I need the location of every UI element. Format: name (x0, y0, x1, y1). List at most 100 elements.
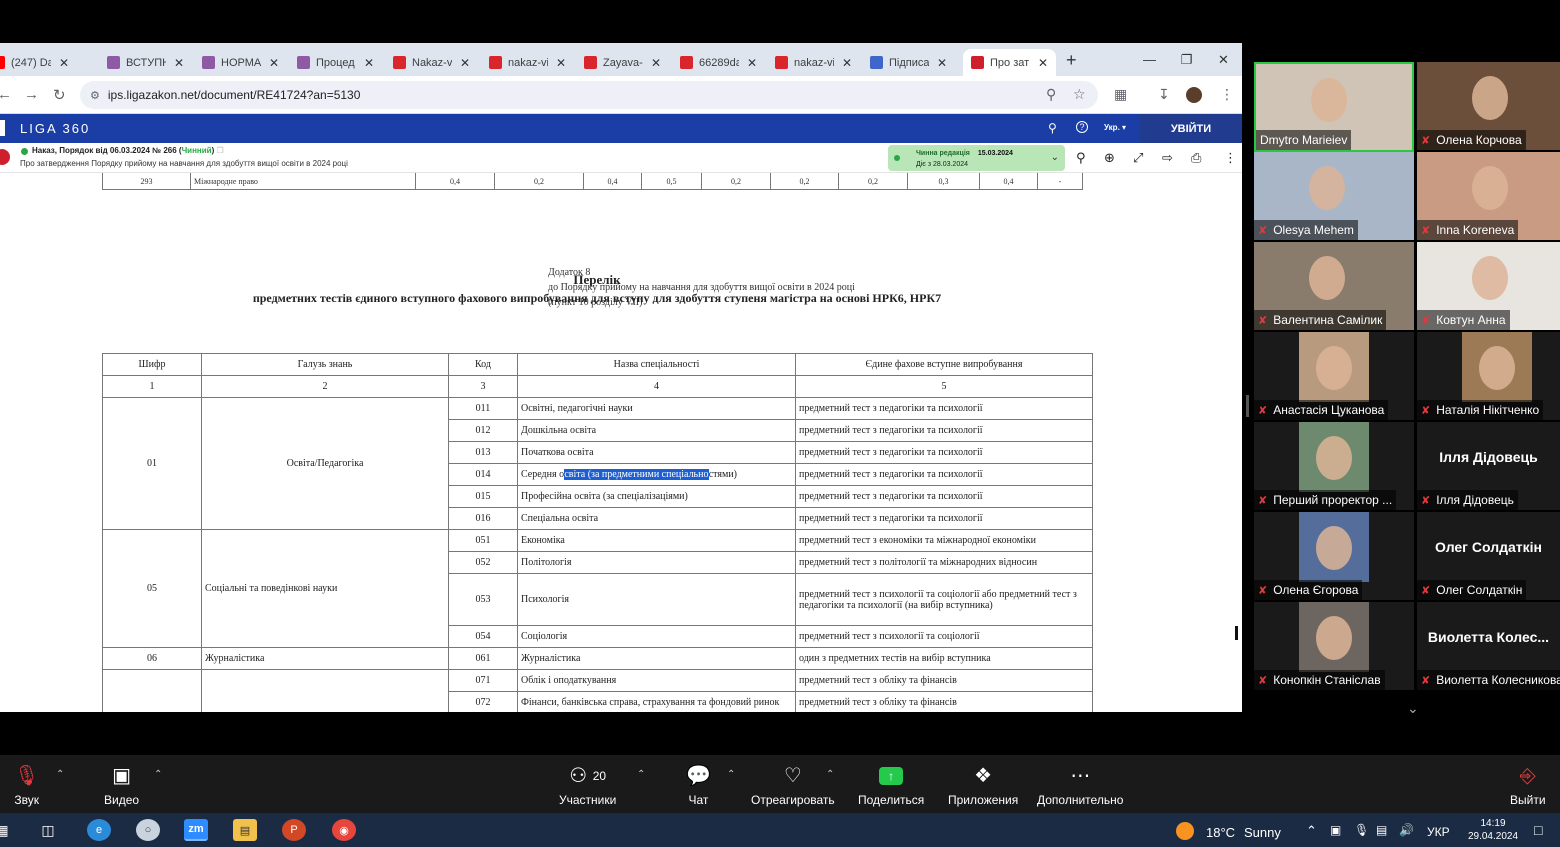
reload-icon[interactable]: ↻ (53, 86, 66, 104)
browser-tab[interactable]: 66289da ✕ (680, 49, 757, 76)
start-icon[interactable]: ▦ (0, 819, 14, 841)
clock[interactable]: 14:19 29.04.2024 (1462, 817, 1524, 843)
site-info-icon[interactable]: ⚙ (90, 89, 100, 102)
download-icon[interactable]: ↧ (1158, 86, 1170, 103)
browser-menu-icon[interactable]: ⋮ (1220, 86, 1234, 103)
participant-tile[interactable]: Dmytro Marieiev (1254, 62, 1414, 152)
participants-button[interactable]: ⚇ 20 Участники (559, 763, 616, 807)
tab-close-icon[interactable]: ✕ (364, 56, 374, 70)
task-view-icon[interactable]: ◫ (36, 819, 60, 841)
browser-tab[interactable]: nakaz-vi ✕ (775, 49, 852, 76)
tab-close-icon[interactable]: ✕ (460, 56, 470, 70)
browser-tab[interactable]: НОРМА ✕ (202, 49, 279, 76)
paint-icon[interactable]: ○ (136, 819, 160, 841)
bookmark-star-icon[interactable]: ☆ (1073, 86, 1086, 103)
chevron-down-icon[interactable]: ⌄ (1051, 152, 1059, 163)
zoom-app-icon[interactable]: zm (184, 819, 208, 841)
network-icon[interactable]: ▤ (1376, 823, 1387, 837)
back-icon[interactable]: ← (0, 86, 12, 103)
tab-close-icon[interactable]: ✕ (1038, 56, 1048, 70)
language-selector[interactable]: Укр. ▾ (1104, 123, 1126, 132)
browser-tab[interactable]: nakaz-vi ✕ (489, 49, 566, 76)
tab-close-icon[interactable]: ✕ (651, 56, 661, 70)
audio-button[interactable]: 🎙 Звук (14, 763, 39, 807)
notifications-icon[interactable]: □ (1534, 822, 1542, 838)
doc-add-icon[interactable]: ⊕ (1104, 150, 1115, 166)
doc-menu-icon[interactable]: ⋮ (1224, 150, 1237, 166)
participant-tile[interactable]: ✘ Наталія Нікітченко (1417, 332, 1560, 420)
redaction-selector[interactable]: Чинна редакція 15.03.2024 Діє з 28.03.202… (888, 145, 1065, 171)
tab-close-icon[interactable]: ✕ (842, 56, 852, 70)
participant-tile[interactable]: ✘ Конопкін Станіслав (1254, 602, 1414, 690)
browser-tab[interactable]: Nakaz-v ✕ (393, 49, 470, 76)
participant-tile[interactable]: ✘ Inna Koreneva (1417, 152, 1560, 240)
tray-expand-icon[interactable]: ⌃ (1306, 823, 1317, 839)
share-button[interactable]: ↑ Поделиться (858, 763, 924, 807)
react-caret-icon[interactable]: ⌃ (826, 769, 834, 780)
participant-tile[interactable]: Ілля Дідовець ✘ Ілля Дідовець (1417, 422, 1560, 510)
new-tab-button[interactable]: + (1066, 50, 1077, 71)
participant-tile[interactable]: ✘ Анастасія Цуканова (1254, 332, 1414, 420)
scrollbar-thumb[interactable] (1235, 626, 1238, 640)
liga-logo[interactable]: LIGA 360 (0, 120, 90, 136)
browser-tab[interactable]: Про зат ✕ (963, 49, 1057, 76)
minimize-icon[interactable]: — (1131, 43, 1168, 76)
more-button[interactable]: ⋯ Дополнительно (1037, 763, 1123, 807)
participants-caret-icon[interactable]: ⌃ (637, 769, 645, 780)
participant-tile[interactable]: ✘ Olesya Mehem (1254, 152, 1414, 240)
login-button[interactable]: УВІЙТИ (1140, 114, 1242, 143)
react-button[interactable]: ♡ Отреагировать (751, 763, 835, 807)
weather-text[interactable]: Sunny (1244, 825, 1281, 840)
leave-button[interactable]: ⎆ Выйти (1510, 763, 1546, 807)
chat-caret-icon[interactable]: ⌃ (727, 769, 735, 780)
participant-tile[interactable]: ✘ Валентина Самілик (1254, 242, 1414, 330)
restore-icon[interactable]: ❐ (1168, 43, 1205, 76)
participant-tile[interactable]: Олег Солдаткін ✘ Олег Солдаткін (1417, 512, 1560, 600)
tab-close-icon[interactable]: ✕ (747, 56, 757, 70)
participant-tile[interactable]: ✘ Ковтун Анна (1417, 242, 1560, 330)
extensions-icon[interactable]: ▦ (1114, 86, 1127, 103)
participant-tile[interactable]: ✘ Перший проректор ... (1254, 422, 1414, 510)
document-content[interactable]: 293 Міжнародне право 0,4 0,2 0,4 0,5 0,2 0,2 0,2… (0, 173, 1242, 712)
edge-icon[interactable]: e (87, 819, 111, 841)
tab-close-icon[interactable]: ✕ (556, 56, 566, 70)
file-explorer-icon[interactable]: ▤ (233, 819, 257, 841)
tab-close-icon[interactable]: ✕ (174, 56, 184, 70)
gallery-more-chevron-icon[interactable]: ⌄ (1407, 700, 1419, 717)
tab-close-icon[interactable]: ✕ (59, 56, 69, 70)
weather-temp[interactable]: 18°C (1206, 825, 1235, 840)
tab-close-icon[interactable]: ✕ (269, 56, 279, 70)
video-button[interactable]: ▣ Видео (104, 763, 139, 807)
search-icon[interactable]: ⚲ (1048, 121, 1057, 135)
browser-tab[interactable]: Zayava- ✕ (584, 49, 661, 76)
input-language[interactable]: УКР (1427, 825, 1450, 839)
volume-icon[interactable]: 🔊 (1399, 823, 1414, 837)
forward-icon[interactable]: → (24, 86, 39, 103)
selected-text[interactable]: світа (за предметними спеціально (564, 469, 709, 480)
fullscreen-icon[interactable]: ⤢ (1133, 150, 1143, 166)
profile-avatar[interactable] (1186, 87, 1202, 103)
browser-tab[interactable]: Процед ✕ (297, 49, 374, 76)
copy-icon[interactable]: ❐ (217, 146, 224, 155)
chrome-icon[interactable]: ◉ (332, 819, 356, 841)
print-icon[interactable]: ⎙ (1191, 150, 1201, 166)
audio-options-caret-icon[interactable]: ⌃ (56, 769, 64, 780)
tab-close-icon[interactable]: ✕ (937, 56, 947, 70)
doc-search-icon[interactable]: ⚲ (1076, 150, 1086, 166)
close-window-icon[interactable]: ✕ (1205, 43, 1242, 76)
tray-zoom-icon[interactable]: ▣ (1330, 823, 1341, 837)
participant-tile[interactable]: Виолетта Колес... ✘ Виолетта Колесникова (1417, 602, 1560, 690)
browser-tab[interactable]: Підписа ✕ (870, 49, 947, 76)
weather-icon[interactable] (1176, 822, 1194, 840)
participant-tile[interactable]: ✘ Олена Корчова (1417, 62, 1560, 150)
zoom-icon[interactable]: ⚲ (1046, 86, 1056, 103)
gallery-resize-handle[interactable] (1246, 395, 1249, 417)
chat-button[interactable]: 💬 Чат (686, 763, 711, 807)
tray-mic-icon[interactable]: 🎙 (1354, 823, 1369, 837)
browser-tab[interactable]: (247) Da ✕ (0, 49, 69, 76)
browser-tab[interactable]: ВСТУПН ✕ (107, 49, 184, 76)
export-icon[interactable]: ⇨ (1162, 150, 1173, 166)
video-options-caret-icon[interactable]: ⌃ (154, 769, 162, 780)
apps-button[interactable]: ❖ Приложения (948, 763, 1018, 807)
powerpoint-icon[interactable]: P (282, 819, 306, 841)
